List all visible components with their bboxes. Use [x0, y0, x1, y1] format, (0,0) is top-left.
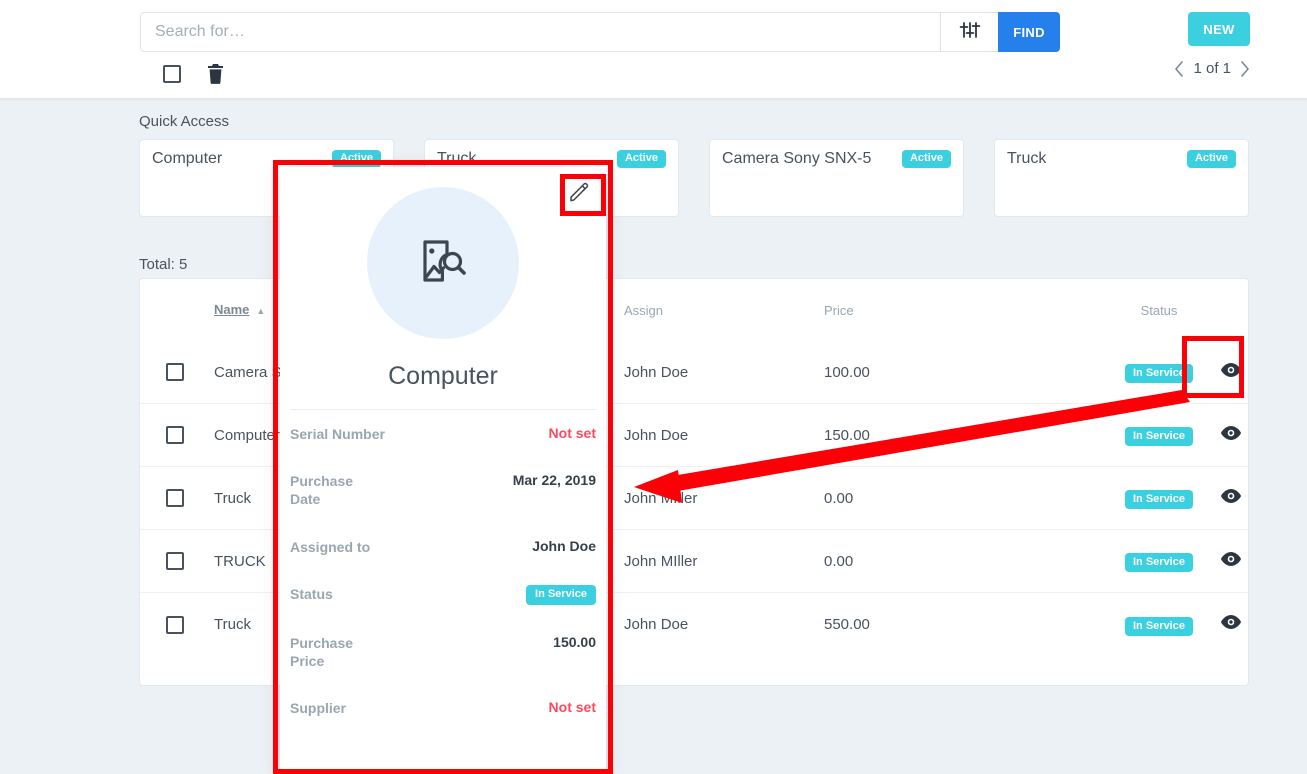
bulk-actions [163, 64, 224, 84]
row-checkbox[interactable] [166, 552, 184, 570]
pencil-icon [567, 180, 591, 209]
quick-access-card-name: Camera Sony SNX-5 [722, 150, 872, 167]
row-status-badge: In Service [1125, 490, 1193, 509]
row-price: 550.00 [824, 616, 870, 633]
find-button[interactable]: FIND [998, 12, 1060, 52]
row-status-badge: In Service [1125, 616, 1193, 636]
quick-access-title: Quick Access [139, 113, 230, 130]
page-indicator: 1 of 1 [1193, 60, 1231, 77]
top-toolbar: FIND NEW 1 of 1 [0, 0, 1307, 98]
detail-field: Status In Service [290, 570, 596, 619]
image-search-icon [419, 237, 467, 290]
search-input[interactable] [140, 12, 940, 52]
row-checkbox[interactable] [166, 615, 184, 634]
detail-field-label: Assigned to [290, 538, 371, 555]
row-price: 0.00 [824, 489, 854, 507]
detail-field: Assigned to John Doe [290, 523, 596, 570]
row-assign: John Doe [624, 426, 689, 444]
status-badge: Active [616, 150, 666, 168]
quick-access-card[interactable]: Camera Sony SNX-5 Active [709, 139, 964, 217]
total-count-label: Total: 5 [139, 256, 188, 273]
status-badge: Active [331, 150, 381, 168]
row-assign: John MIller [624, 552, 698, 570]
edit-asset-button[interactable] [564, 179, 594, 209]
row-assign: John Doe [624, 616, 689, 633]
trash-icon [207, 64, 224, 88]
view-row-button[interactable] [1220, 551, 1242, 567]
delete-button[interactable] [207, 64, 224, 84]
search-bar: FIND [140, 12, 1060, 52]
view-row-button[interactable] [1220, 488, 1242, 504]
quick-access-card-name: Computer [152, 150, 223, 167]
detail-field-value: Not set [548, 425, 596, 441]
view-row-button[interactable] [1220, 425, 1242, 441]
status-badge: Active [1186, 150, 1236, 168]
detail-field: Serial Number Not set [290, 410, 596, 457]
row-checkbox[interactable] [166, 489, 184, 507]
pagination: 1 of 1 [1174, 60, 1250, 77]
sort-name-button[interactable]: Name [214, 302, 249, 317]
detail-field-value: John Doe [532, 537, 596, 554]
detail-field: Supplier Not set [290, 684, 596, 731]
app-root: FIND NEW 1 of 1 [0, 0, 1307, 774]
row-price: 0.00 [824, 552, 854, 570]
row-assign: John MIller [624, 489, 698, 507]
asset-detail-card: Computer Serial Number Not set Purchase … [280, 167, 606, 770]
filter-button[interactable] [940, 12, 998, 52]
new-button[interactable]: NEW [1188, 12, 1250, 46]
quick-access-card-name: Truck [437, 150, 477, 167]
header-assign-cell: Assign [624, 302, 664, 318]
view-row-button[interactable] [1220, 614, 1242, 630]
row-status-badge: In Service [1125, 364, 1193, 383]
row-assign: John Doe [624, 363, 689, 381]
detail-field: Purchase Price 150.00 [290, 619, 596, 684]
sliders-icon [959, 20, 981, 45]
header-status-cell: Status [1140, 302, 1178, 318]
asset-avatar [367, 187, 519, 339]
select-all-checkbox[interactable] [163, 65, 181, 83]
detail-field-value: 150.00 [553, 633, 596, 650]
detail-field-label: Status [290, 585, 333, 602]
detail-field-value: Mar 22, 2019 [512, 472, 596, 489]
row-checkbox[interactable] [166, 426, 184, 444]
row-price: 150.00 [824, 426, 870, 444]
detail-field-label: Purchase Price [290, 634, 354, 669]
detail-field-label: Serial Number [290, 426, 385, 442]
header-price-cell: Price [824, 302, 854, 318]
detail-field-value: Not set [548, 699, 596, 716]
detail-field-label: Supplier [290, 700, 347, 717]
prev-page-button[interactable] [1174, 60, 1184, 77]
asset-detail-fields: Serial Number Not set Purchase Date Mar … [280, 410, 606, 731]
sort-asc-icon: ▲ [256, 306, 266, 316]
row-checkbox[interactable] [166, 363, 184, 381]
row-status-badge: In Service [1125, 427, 1193, 446]
row-status-badge: In Service [1125, 553, 1193, 572]
quick-access-card-name: Truck [1007, 150, 1047, 167]
status-badge: Active [901, 150, 951, 168]
view-row-button[interactable] [1220, 362, 1242, 378]
detail-status-badge: In Service [526, 584, 596, 605]
next-page-button[interactable] [1240, 60, 1250, 77]
detail-field: Purchase Date Mar 22, 2019 [290, 457, 596, 522]
detail-field-label: Purchase Date [290, 473, 354, 508]
row-price: 100.00 [824, 363, 870, 381]
quick-access-card[interactable]: Truck Active [994, 139, 1249, 217]
asset-detail-title: Computer [388, 362, 498, 390]
